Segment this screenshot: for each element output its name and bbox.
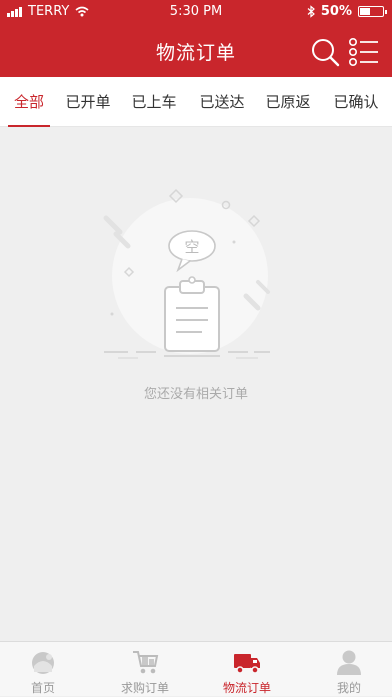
tab-returned[interactable]: 已原返 bbox=[262, 77, 314, 127]
app-header: TERRY 5:30 PM 50% 物流订单 bbox=[0, 0, 392, 77]
empty-message: 您还没有相关订单 bbox=[143, 387, 248, 402]
empty-bubble-text: 空 bbox=[184, 238, 200, 256]
tabbar-item-logistics-orders[interactable]: 物流订单 bbox=[198, 642, 296, 697]
bluetooth-icon bbox=[307, 5, 315, 18]
tabbar-item-home[interactable]: 首页 bbox=[0, 642, 92, 697]
tab-confirmed[interactable]: 已确认 bbox=[330, 77, 382, 127]
status-right: 50% bbox=[307, 4, 387, 19]
battery-icon bbox=[358, 6, 387, 17]
tab-billed[interactable]: 已开单 bbox=[62, 77, 114, 127]
tab-all[interactable]: 全部 bbox=[8, 77, 50, 127]
tab-loaded[interactable]: 已上车 bbox=[128, 77, 180, 127]
tabbar-label-home: 首页 bbox=[30, 681, 55, 695]
empty-clipboard-icon bbox=[103, 188, 270, 359]
tabbar-item-mine[interactable]: 我的 bbox=[300, 642, 392, 697]
battery-percent: 50% bbox=[320, 4, 352, 19]
tab-delivered[interactable]: 已送达 bbox=[196, 77, 248, 127]
tabbar-label-mine: 我的 bbox=[336, 681, 361, 695]
home-icon bbox=[32, 652, 54, 674]
tabbar-label-purchase-orders: 求购订单 bbox=[120, 681, 169, 695]
bottom-tab-bar: 首页 求购订单 物流订单 我的 bbox=[0, 641, 392, 696]
search-icon[interactable] bbox=[310, 37, 340, 67]
cart-icon bbox=[133, 651, 159, 674]
status-bar: TERRY 5:30 PM 50% bbox=[0, 0, 392, 24]
order-status-tabs: 全部 已开单 已上车 已送达 已原返 已确认 bbox=[0, 77, 392, 127]
list-menu-icon[interactable] bbox=[348, 37, 380, 67]
user-icon bbox=[337, 650, 361, 675]
tabbar-label-logistics-orders: 物流订单 bbox=[222, 681, 271, 695]
truck-icon bbox=[234, 654, 260, 674]
tabbar-item-purchase-orders[interactable]: 求购订单 bbox=[96, 642, 194, 697]
